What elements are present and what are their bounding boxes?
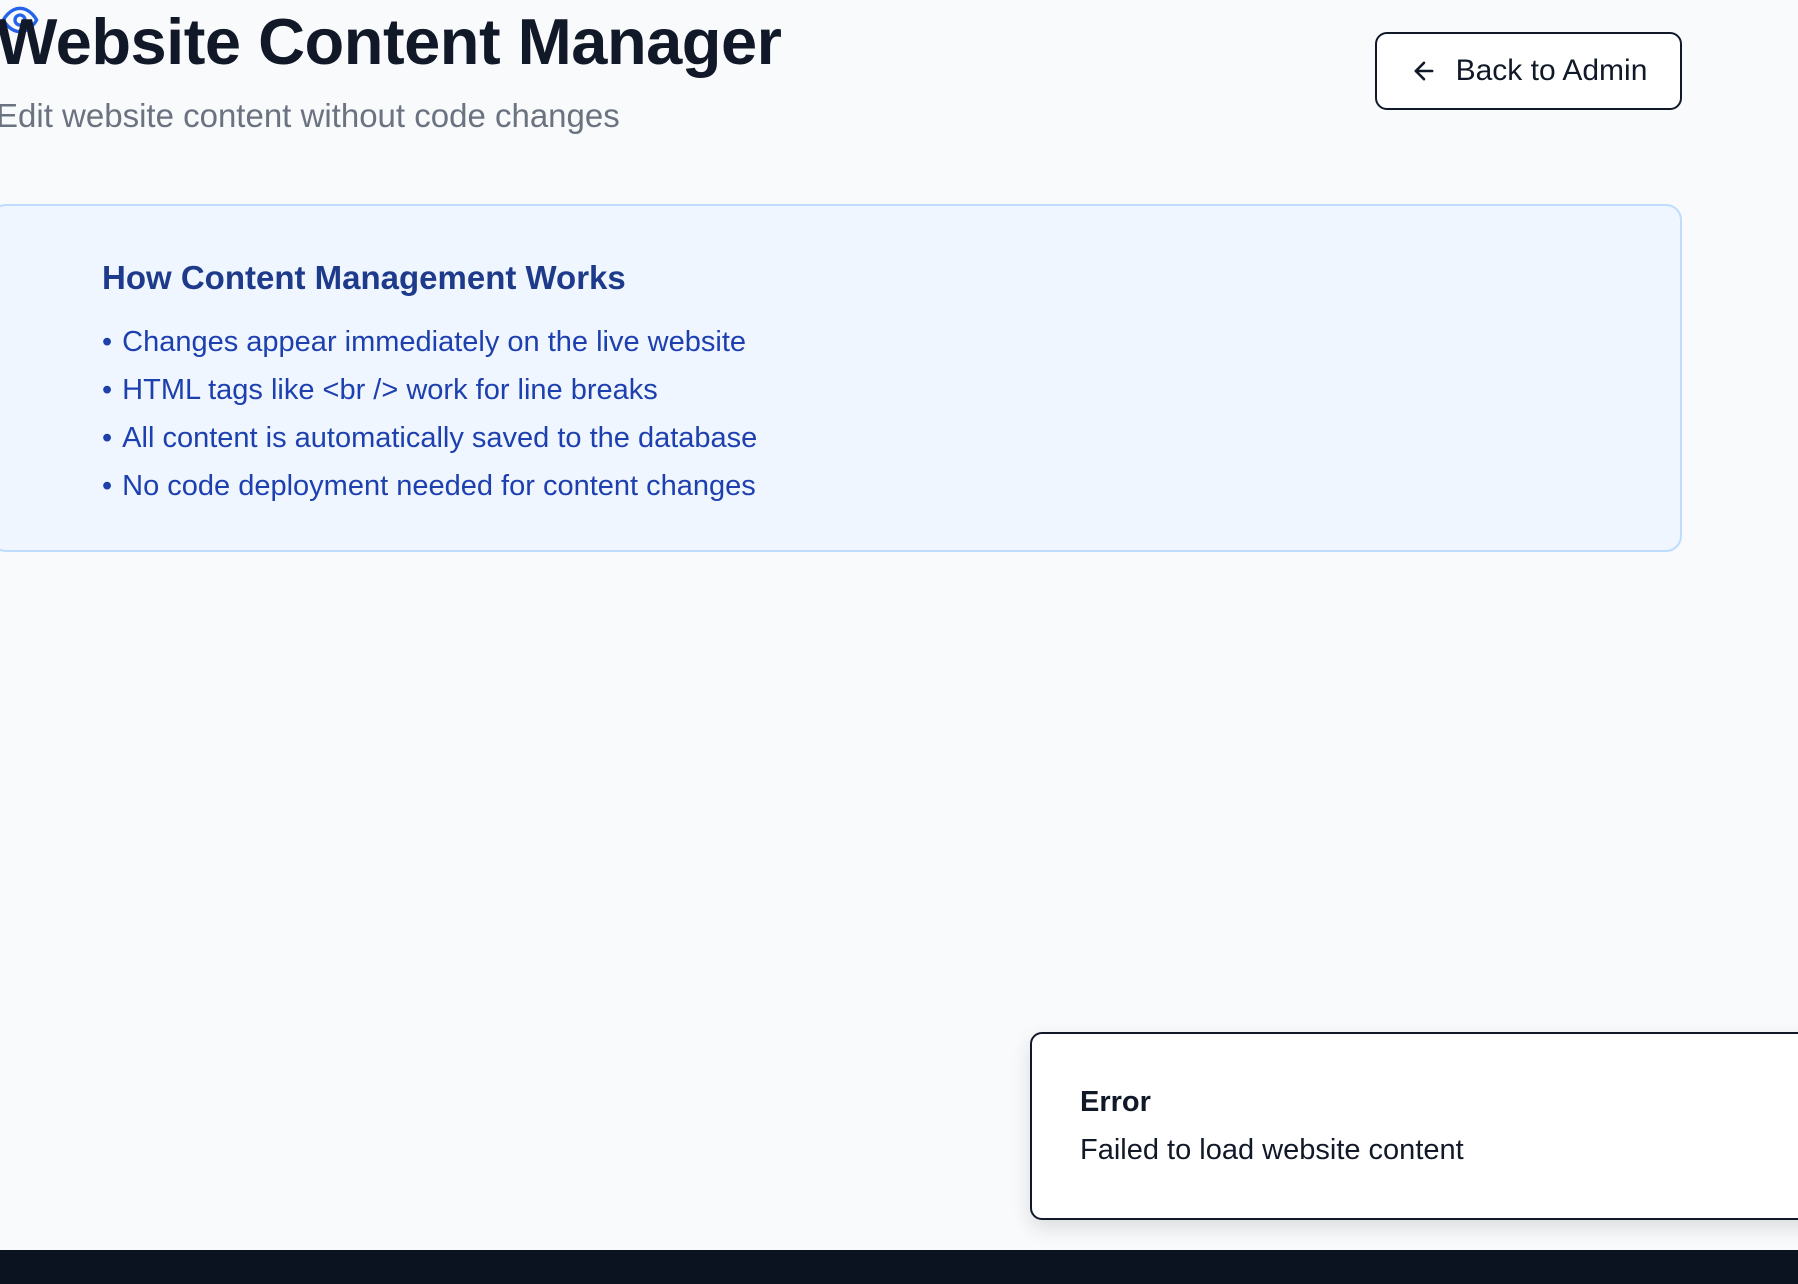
bullet: •: [102, 421, 113, 454]
page-title: Website Content Manager: [0, 5, 782, 78]
error-toast[interactable]: Error Failed to load website content: [1030, 1032, 1798, 1220]
list-item-text: All content is automatically saved to th…: [122, 421, 758, 454]
list-item: • Changes appear immediately on the live …: [102, 318, 757, 366]
info-card-list: • Changes appear immediately on the live …: [102, 318, 757, 510]
back-to-admin-button[interactable]: Back to Admin: [1375, 32, 1682, 110]
list-item-text: Changes appear immediately on the live w…: [122, 325, 747, 358]
toast-title: Error: [1080, 1086, 1151, 1118]
toast-message: Failed to load website content: [1080, 1134, 1464, 1166]
bottom-bar: [0, 1250, 1798, 1284]
bullet: •: [102, 373, 113, 406]
arrow-left-icon: [1410, 57, 1438, 85]
list-item: • HTML tags like <br /> work for line bre…: [102, 366, 757, 414]
back-to-admin-label: Back to Admin: [1455, 54, 1648, 87]
list-item: • All content is automatically saved to t…: [102, 414, 757, 462]
bullet: •: [102, 469, 113, 502]
page-subtitle: Edit website content without code change…: [0, 97, 620, 134]
list-item-text: HTML tags like <br /> work for line brea…: [122, 373, 658, 406]
list-item: • No code deployment needed for content c…: [102, 462, 757, 510]
info-card-heading: How Content Management Works: [102, 259, 626, 296]
page: Website Content Manager Edit website con…: [0, 0, 1798, 1284]
bullet: •: [102, 325, 113, 358]
list-item-text: No code deployment needed for content ch…: [122, 469, 756, 502]
